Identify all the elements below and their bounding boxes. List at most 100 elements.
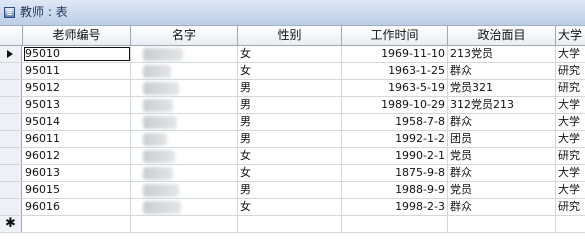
table-row[interactable]: 96011 男 1992-1-2 团员 大学 (0, 131, 585, 148)
cell-name[interactable] (131, 131, 238, 147)
cell-gender[interactable]: 女 (238, 199, 342, 215)
blurred-name (143, 65, 171, 78)
cell-politics[interactable]: 群众 (448, 63, 556, 79)
cell-politics[interactable]: 群众 (448, 199, 556, 215)
cell-gender[interactable]: 女 (238, 148, 342, 164)
cell-work-date[interactable]: 1992-1-2 (342, 131, 448, 147)
cell-teacher-id[interactable]: 96012 (23, 148, 131, 164)
cell-work-date[interactable]: 1990-2-1 (342, 148, 448, 164)
cell-politics[interactable]: 党员 (448, 182, 556, 198)
cell-teacher-id[interactable]: 95013 (23, 97, 131, 113)
cell-gender[interactable]: 女 (238, 46, 342, 62)
table-row[interactable]: 95014 男 1958-7-8 群众 大学 (0, 114, 585, 131)
cell-name[interactable] (131, 165, 238, 181)
cell-education[interactable]: 大学 (556, 97, 585, 113)
cell-gender[interactable]: 男 (238, 97, 342, 113)
cell-teacher-id[interactable]: 96011 (23, 131, 131, 147)
cell-politics[interactable]: 团员 (448, 131, 556, 147)
cell-education[interactable]: 大学 (556, 165, 585, 181)
cell-name[interactable] (131, 46, 238, 62)
cell-teacher-id[interactable]: 95012 (23, 80, 131, 96)
cell-work-date[interactable]: 1958-7-8 (342, 114, 448, 130)
cell-name[interactable] (131, 216, 238, 232)
row-selector[interactable] (0, 114, 22, 130)
cell-teacher-id[interactable]: 95014 (23, 114, 131, 130)
datasheet-grid[interactable]: 老师编号 名字 性别 工作时间 政治面目 大学 95010 女 1969-11-10… (0, 26, 585, 241)
cell-name[interactable] (131, 63, 238, 79)
column-header-teacher-id[interactable]: 老师编号 (23, 26, 131, 45)
cell-education[interactable]: 大学 (556, 182, 585, 198)
row-selector[interactable]: ✱ (0, 216, 22, 232)
column-header-politics[interactable]: 政治面目 (448, 26, 556, 45)
cell-politics[interactable]: 党员 (448, 148, 556, 164)
row-selector[interactable] (0, 46, 22, 62)
cell-politics[interactable]: 312党员213 (448, 97, 556, 113)
cell-gender[interactable] (238, 216, 342, 232)
cell-name[interactable] (131, 199, 238, 215)
cell-politics[interactable] (448, 216, 556, 232)
cell-education[interactable]: 大学 (556, 131, 585, 147)
column-header-gender[interactable]: 性别 (238, 26, 342, 45)
cell-work-date[interactable]: 1963-1-25 (342, 63, 448, 79)
row-selector[interactable] (0, 199, 22, 215)
table-row[interactable]: 96016 女 1998-2-3 群众 研究 (0, 199, 585, 216)
cell-teacher-id[interactable]: 96013 (23, 165, 131, 181)
cell-teacher-id[interactable]: 96016 (23, 199, 131, 215)
row-selector[interactable] (0, 148, 22, 164)
table-row[interactable]: 96012 女 1990-2-1 党员 研究 (0, 148, 585, 165)
table-row[interactable]: 96015 男 1988-9-9 党员 大学 (0, 182, 585, 199)
cell-education[interactable]: 研究 (556, 148, 585, 164)
table-row[interactable]: 95011 女 1963-1-25 群众 研究 (0, 63, 585, 80)
blurred-name (143, 167, 173, 180)
cell-teacher-id[interactable]: 95010 (23, 46, 131, 62)
cell-work-date[interactable]: 1998-2-3 (342, 199, 448, 215)
column-header-education[interactable]: 大学 (556, 26, 585, 45)
cell-work-date[interactable]: 1963-5-19 (342, 80, 448, 96)
cell-education[interactable]: 研究 (556, 199, 585, 215)
row-selector[interactable] (0, 182, 22, 198)
cell-politics[interactable]: 党员321 (448, 80, 556, 96)
cell-politics[interactable]: 群众 (448, 114, 556, 130)
cell-politics[interactable]: 213党员 (448, 46, 556, 62)
cell-gender[interactable]: 男 (238, 182, 342, 198)
cell-work-date[interactable]: 1988-9-9 (342, 182, 448, 198)
cell-gender[interactable]: 男 (238, 80, 342, 96)
cell-gender[interactable]: 男 (238, 131, 342, 147)
cell-teacher-id[interactable]: 95011 (23, 63, 131, 79)
cell-education[interactable]: 研究 (556, 80, 585, 96)
cell-gender[interactable]: 男 (238, 114, 342, 130)
row-selector[interactable] (0, 97, 22, 113)
cell-work-date[interactable]: 1969-11-10 (342, 46, 448, 62)
cell-work-date[interactable] (342, 216, 448, 232)
new-record-row[interactable]: ✱ (0, 216, 585, 233)
row-selector[interactable] (0, 131, 22, 147)
cell-name[interactable] (131, 182, 238, 198)
cell-education[interactable]: 研究 (556, 63, 585, 79)
title-bar[interactable]: 教师 : 表 (0, 0, 585, 26)
cell-gender[interactable]: 女 (238, 63, 342, 79)
cell-education[interactable]: 大学 (556, 46, 585, 62)
cell-teacher-id[interactable]: 96015 (23, 182, 131, 198)
cell-work-date[interactable]: 1875-9-8 (342, 165, 448, 181)
cell-name[interactable] (131, 148, 238, 164)
table-row[interactable]: 95013 男 1989-10-29 312党员213 大学 (0, 97, 585, 114)
cell-gender[interactable]: 女 (238, 165, 342, 181)
column-header-work-date[interactable]: 工作时间 (342, 26, 448, 45)
cell-work-date[interactable]: 1989-10-29 (342, 97, 448, 113)
row-selector[interactable] (0, 80, 22, 96)
row-selector-header[interactable] (0, 26, 23, 45)
row-selector[interactable] (0, 165, 22, 181)
column-header-name[interactable]: 名字 (131, 26, 238, 45)
blurred-name (143, 184, 179, 197)
cell-name[interactable] (131, 97, 238, 113)
table-row[interactable]: 96013 女 1875-9-8 群众 大学 (0, 165, 585, 182)
row-selector[interactable] (0, 63, 22, 79)
cell-name[interactable] (131, 114, 238, 130)
cell-education[interactable] (556, 216, 585, 232)
cell-teacher-id[interactable] (23, 216, 131, 232)
table-row[interactable]: 95010 女 1969-11-10 213党员 大学 (0, 46, 585, 63)
cell-politics[interactable]: 群众 (448, 165, 556, 181)
cell-education[interactable]: 大学 (556, 114, 585, 130)
table-row[interactable]: 95012 男 1963-5-19 党员321 研究 (0, 80, 585, 97)
cell-name[interactable] (131, 80, 238, 96)
